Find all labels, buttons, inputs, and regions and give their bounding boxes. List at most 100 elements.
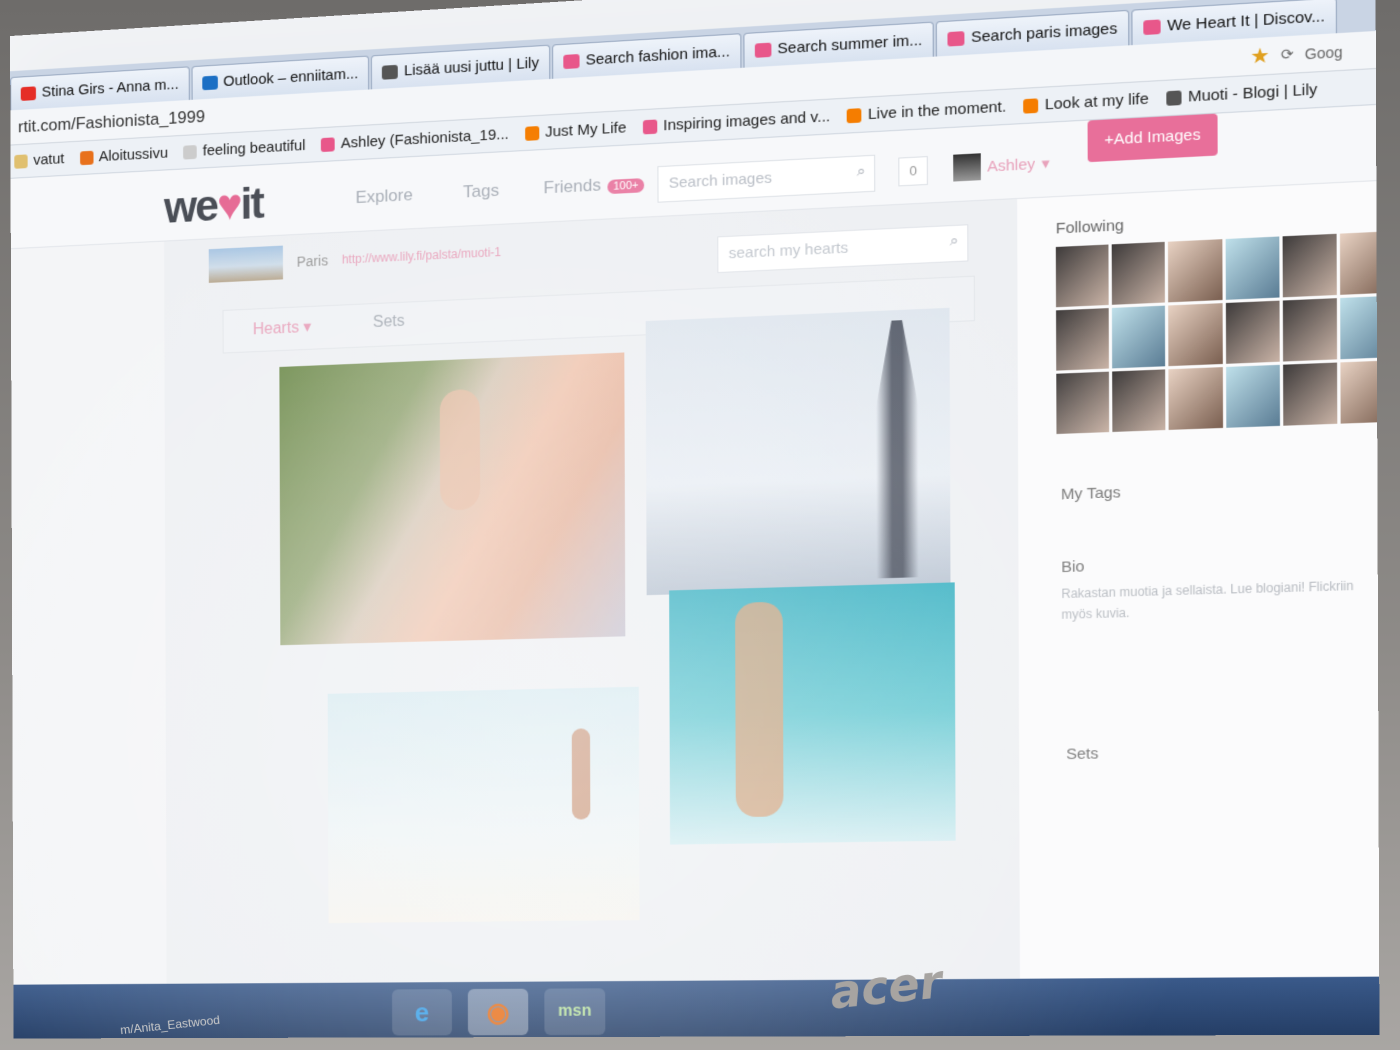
following-avatar[interactable] [1169, 303, 1223, 366]
dress-figure [440, 389, 480, 511]
search-engine-box[interactable]: Goog [1305, 43, 1343, 62]
heart-image-ocean-bikini[interactable] [669, 582, 955, 844]
username: Ashley [987, 155, 1035, 175]
page-icon [183, 144, 197, 159]
left-panel [11, 242, 167, 1032]
following-avatar[interactable] [1112, 242, 1165, 305]
following-avatar[interactable] [1169, 367, 1223, 430]
msn-icon[interactable]: msn [544, 988, 605, 1035]
bookmark-item[interactable]: vatut [14, 150, 64, 169]
profile-website-link[interactable]: http://www.lily.fi/palsta/muoti-1 [342, 245, 501, 267]
youtube-icon [21, 86, 36, 101]
following-avatar[interactable] [1056, 245, 1109, 308]
blogger-icon [847, 108, 862, 123]
following-avatar[interactable] [1340, 296, 1379, 360]
internet-explorer-icon[interactable]: e [392, 989, 452, 1035]
search-images-input[interactable]: Search images ⌕ [657, 155, 875, 203]
search-icon[interactable]: ⌕ [857, 162, 866, 180]
search-hearts-input[interactable]: search my hearts ⌕ [717, 224, 968, 273]
tab-label: Search paris images [971, 20, 1117, 46]
blogger-icon [525, 126, 539, 141]
bookmark-item[interactable]: Just My Life [525, 119, 627, 142]
sets-title: Sets [1066, 745, 1098, 763]
heart-image-beach-pose[interactable] [328, 687, 640, 923]
firefox-icon [80, 150, 93, 164]
user-menu[interactable]: Ashley ▾ [953, 150, 1050, 182]
address-bar[interactable]: rtit.com/Fashionista_1999 [10, 106, 205, 137]
bookmark-item[interactable]: feeling beautiful [183, 137, 305, 161]
profile-header: Paris http://www.lily.fi/palsta/muoti-1 [209, 235, 501, 283]
weheartit-logo[interactable]: we♥it [164, 179, 263, 234]
following-avatar[interactable] [1282, 234, 1336, 298]
following-avatar[interactable] [1056, 372, 1109, 434]
bookmark-item[interactable]: Look at my life [1023, 90, 1149, 115]
nav-explore[interactable]: Explore [356, 185, 413, 208]
following-avatar[interactable] [1340, 231, 1380, 295]
profile-cover-thumbnail [209, 246, 283, 283]
following-avatar[interactable] [1283, 363, 1337, 426]
notifications-count[interactable]: 0 [898, 156, 928, 186]
following-avatar[interactable] [1112, 369, 1165, 432]
following-avatar[interactable] [1226, 365, 1280, 428]
search-placeholder: Search images [669, 169, 772, 192]
beach-figure [572, 728, 591, 819]
search-hearts-placeholder: search my hearts [729, 239, 849, 262]
logo-we: we [164, 182, 217, 233]
heart-icon [321, 137, 335, 152]
bio-text: Rakastan muotia ja sellaista. Lue blogia… [1061, 575, 1367, 625]
following-avatar[interactable] [1282, 298, 1336, 361]
friends-count-badge: 100+ [607, 178, 645, 194]
reload-icon[interactable]: ⟳ [1281, 45, 1294, 64]
bookmark-label: Just My Life [545, 119, 626, 141]
bookmark-label: feeling beautiful [203, 137, 306, 160]
heart-icon [563, 53, 579, 68]
following-title: Following [1056, 217, 1124, 238]
outlook-icon [202, 75, 218, 90]
following-avatar[interactable] [1112, 306, 1165, 369]
following-avatar[interactable] [1225, 237, 1279, 300]
profile-location: Paris [297, 252, 328, 269]
tab-hearts[interactable]: Hearts ▾ [253, 317, 312, 339]
bookmark-label: Muoti - Blogi | Lily [1188, 81, 1317, 106]
tab-label: Lisää uusi juttu | Lily [404, 54, 539, 79]
search-icon[interactable]: ⌕ [950, 232, 959, 250]
bookmark-item[interactable]: Inspiring images and v... [643, 108, 831, 136]
heart-icon [755, 42, 772, 57]
bookmark-item[interactable]: Aloitussivu [80, 145, 168, 167]
bookmark-label: vatut [33, 150, 64, 168]
tab-sets[interactable]: Sets [373, 313, 405, 332]
my-tags-title: My Tags [1061, 484, 1121, 504]
bookmark-label: Look at my life [1045, 90, 1149, 113]
nav-right-controls: ★ ⟳ Goog [1250, 36, 1376, 70]
lily-icon [1166, 90, 1181, 105]
bookmark-label: Inspiring images and v... [663, 108, 830, 135]
following-grid [1056, 231, 1380, 434]
avatar [953, 153, 981, 181]
heart-icon [1143, 19, 1160, 35]
tab-label: Stina Girs - Anna m... [42, 76, 179, 101]
logo-it: it [240, 179, 263, 229]
bookmark-item[interactable]: Muoti - Blogi | Lily [1166, 81, 1317, 107]
nav-tags[interactable]: Tags [463, 181, 499, 203]
firefox-icon[interactable]: ◉ [468, 989, 528, 1036]
tab-label: Outlook – enniitam... [223, 65, 358, 90]
heart-icon [948, 31, 965, 46]
heart-icon [643, 119, 657, 134]
bookmark-item[interactable]: Ashley (Fashionista_19... [321, 126, 509, 153]
tab-label: Search fashion ima... [586, 43, 730, 69]
following-avatar[interactable] [1225, 301, 1279, 364]
bookmark-star-icon[interactable]: ★ [1250, 42, 1270, 69]
following-avatar[interactable] [1168, 239, 1222, 302]
nav-friends[interactable]: Friends 100+ [543, 173, 644, 198]
following-avatar[interactable] [1340, 360, 1379, 423]
chevron-down-icon: ▾ [1042, 154, 1050, 173]
following-avatar[interactable] [1056, 308, 1109, 371]
bookmark-item[interactable]: Live in the moment. [847, 98, 1006, 124]
screen: Stina Girs - Anna m... Outlook – enniitam… [10, 0, 1379, 1038]
logo-heart-icon: ♥ [217, 180, 241, 230]
tab-label: We Heart It | Discov... [1167, 8, 1325, 35]
blogger-icon [1023, 98, 1038, 113]
add-images-button[interactable]: +Add Images [1088, 114, 1218, 163]
tab-label: Search summer im... [777, 32, 922, 58]
windows-taskbar: e ◉ msn [13, 977, 1379, 1039]
